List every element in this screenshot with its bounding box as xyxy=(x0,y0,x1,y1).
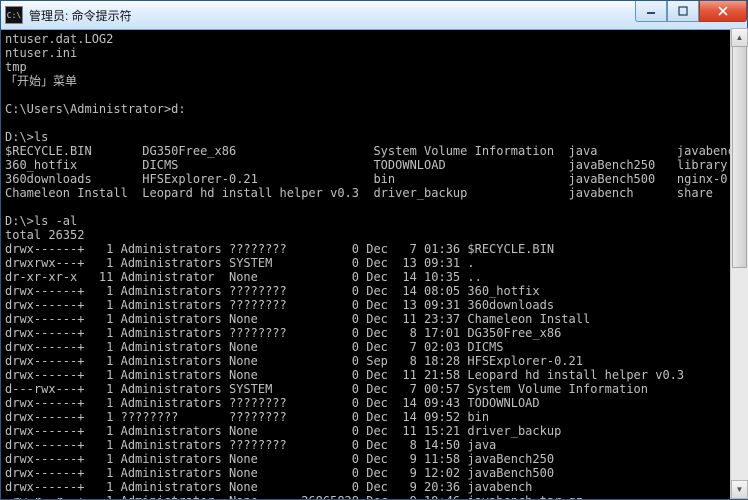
titlebar[interactable]: C:\ 管理员: 命令提示符 xyxy=(1,1,747,30)
command-prompt-window: C:\ 管理员: 命令提示符 ntuser.dat.LOG2 ntuser.in… xyxy=(0,0,748,500)
minimize-button[interactable] xyxy=(635,1,667,22)
cmd-icon: C:\ xyxy=(5,6,23,24)
window-buttons xyxy=(635,1,747,22)
window-title: 管理员: 命令提示符 xyxy=(29,7,132,24)
maximize-button[interactable] xyxy=(667,1,699,22)
terminal-output[interactable]: ntuser.dat.LOG2 ntuser.ini tmp 「开始」菜单 C:… xyxy=(1,30,747,499)
vertical-scrollbar[interactable]: ▲ ▼ xyxy=(730,28,748,499)
scroll-down-button[interactable]: ▼ xyxy=(731,480,748,499)
scroll-thumb[interactable] xyxy=(732,46,747,268)
scroll-up-button[interactable]: ▲ xyxy=(731,28,748,47)
close-button[interactable] xyxy=(699,1,747,22)
